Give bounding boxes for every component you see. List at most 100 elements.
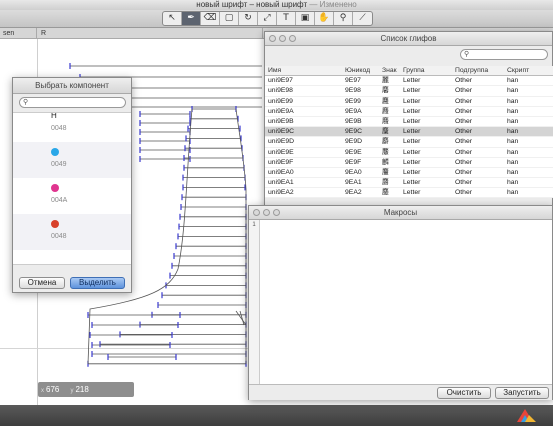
run-button[interactable]: Запустить [495, 387, 549, 399]
component-list[interactable]: H 0048 0049 004A 0048 [13, 112, 131, 265]
component-item[interactable]: 0049 [13, 142, 131, 178]
glyph-row[interactable]: uni9E9F 9E9F 麟 Letter Other han [265, 157, 553, 168]
glyph-row[interactable]: uni9E9E 9E9E 麞 Letter Other han [265, 147, 553, 158]
window-titlebar: новый шрифт – новый шрифт — Изменено [0, 0, 553, 10]
glyph-cell-script: han [507, 77, 519, 85]
dock-bar [0, 405, 553, 426]
macro-editor[interactable]: 1 [249, 220, 552, 384]
glyph-cell-script: han [507, 87, 519, 95]
component-swatch-icon [51, 148, 59, 156]
zoom-window-icon[interactable] [273, 209, 280, 216]
glyph-cell-name: uni9E9A [268, 107, 294, 115]
glyph-row[interactable]: uni9E97 9E97 麗 Letter Other han [265, 76, 553, 87]
component-item[interactable]: 004A [13, 178, 131, 214]
glyph-cell-subgroup: Other [455, 97, 472, 105]
glyph-row[interactable]: uni9E9D 9E9D 麝 Letter Other han [265, 137, 553, 148]
column-header-subgroup[interactable]: Подгруппа [452, 66, 504, 75]
glyph-cell-sign: 麘 [382, 87, 389, 95]
glyph-search-input[interactable]: ⚲ [460, 49, 548, 60]
glyph-row[interactable]: uni9EA0 9EA0 麠 Letter Other han [265, 167, 553, 179]
glyph-cell-name: uni9EA2 [268, 189, 294, 197]
glyph-cell-unicode: 9E9F [345, 158, 362, 166]
glyph-cell-sign: 麛 [382, 117, 389, 125]
tool-group: ↖ ✒ ⌫ ▢ ↻ ⤢ T ▣ ✋ ⚲ ⟋ [162, 11, 373, 26]
glyph-cell-group: Letter [403, 107, 421, 115]
cancel-button[interactable]: Отмена [19, 277, 65, 289]
app-logo-icon [517, 409, 536, 422]
minimize-icon[interactable] [263, 209, 270, 216]
component-code: 0048 [51, 233, 67, 240]
toolbar: ↖ ✒ ⌫ ▢ ↻ ⤢ T ▣ ✋ ⚲ ⟋ [0, 10, 553, 28]
glyph-cell-script: han [507, 107, 519, 115]
component-code: 0048 [51, 125, 67, 132]
glyph-row[interactable]: uni9E9C 9E9C 麜 Letter Other han [265, 127, 553, 138]
glyph-cell-sign: 麜 [382, 128, 389, 136]
glyph-list-title: Список глифов [380, 34, 437, 43]
hand-icon[interactable]: ✋ [315, 12, 334, 25]
glyph-row[interactable]: uni9EA1 9EA1 麡 Letter Other han [265, 178, 553, 189]
ruler-icon[interactable]: ⟋ [353, 12, 372, 25]
column-header-group[interactable]: Группа [400, 66, 452, 75]
pen-icon[interactable]: ✒ [182, 12, 201, 25]
minimize-icon[interactable] [279, 35, 286, 42]
glyph-row[interactable]: uni9EA2 9EA2 麢 Letter Other han [265, 188, 553, 199]
column-header-name[interactable]: Имя [265, 66, 342, 75]
macro-titlebar: Макросы [249, 206, 552, 220]
glyph-row[interactable]: uni9E9B 9E9B 麛 Letter Other han [265, 116, 553, 128]
tab-r[interactable]: R [38, 28, 263, 39]
tab-sen[interactable]: sen [0, 28, 37, 39]
zoom-window-icon[interactable] [289, 35, 296, 42]
glyph-cell-script: han [507, 168, 519, 176]
zoom-icon[interactable]: ⚲ [334, 12, 353, 25]
component-search-input[interactable]: ⚲ [19, 97, 126, 108]
glyph-cell-group: Letter [403, 148, 421, 156]
component-item[interactable]: H 0048 [13, 113, 131, 142]
scale-icon[interactable]: ⤢ [258, 12, 277, 25]
column-header-sign[interactable]: Знак [379, 66, 400, 75]
glyph-cell-name: uni9E98 [268, 87, 293, 95]
text-icon[interactable]: T [277, 12, 296, 25]
rotate-icon[interactable]: ↻ [239, 12, 258, 25]
glyph-cell-group: Letter [403, 77, 421, 85]
rectangle-icon[interactable]: ▢ [220, 12, 239, 25]
close-icon[interactable] [253, 209, 260, 216]
component-code: 0049 [51, 161, 67, 168]
glyph-cell-subgroup: Other [455, 128, 472, 136]
glyph-cell-script: han [507, 117, 519, 125]
glyph-row[interactable]: uni9E98 9E98 麘 Letter Other han [265, 86, 553, 97]
glyph-cell-sign: 麚 [382, 107, 389, 115]
glyph-cell-group: Letter [403, 138, 421, 146]
glyph-cell-group: Letter [403, 87, 421, 95]
clear-button[interactable]: Очистить [437, 387, 491, 399]
image-icon[interactable]: ▣ [296, 12, 315, 25]
glyph-cell-script: han [507, 138, 519, 146]
glyph-cell-unicode: 9E9A [345, 107, 362, 115]
glyph-row[interactable]: uni9E9A 9E9A 麚 Letter Other han [265, 106, 553, 117]
glyph-cell-sign: 麞 [382, 148, 389, 156]
glyph-cell-name: uni9E9D [268, 138, 295, 146]
glyph-cell-script: han [507, 148, 519, 156]
eraser-icon[interactable]: ⌫ [201, 12, 220, 25]
glyph-cell-unicode: 9E9C [345, 128, 363, 136]
column-header-script[interactable]: Скрипт [504, 66, 553, 75]
select-button[interactable]: Выделить [70, 277, 125, 289]
glyph-cell-group: Letter [403, 97, 421, 105]
glyph-cell-subgroup: Other [455, 138, 472, 146]
glyph-cell-subgroup: Other [455, 117, 472, 125]
glyph-cell-subgroup: Other [455, 189, 472, 197]
column-header-unicode[interactable]: Юникод [342, 66, 379, 75]
pointer-icon[interactable]: ↖ [163, 12, 182, 25]
component-code: 004A [51, 197, 68, 204]
line-gutter: 1 [249, 220, 260, 384]
glyph-cell-unicode: 9E97 [345, 77, 361, 85]
glyph-cell-group: Letter [403, 117, 421, 125]
glyph-cell-unicode: 9E9E [345, 148, 362, 156]
glyph-cell-unicode: 9E98 [345, 87, 361, 95]
close-icon[interactable] [269, 35, 276, 42]
component-item[interactable]: 0048 [13, 214, 131, 250]
component-picker-title: Выбрать компонент [35, 81, 109, 90]
glyph-cell-group: Letter [403, 168, 421, 176]
glyph-cell-unicode: 9E9D [345, 138, 363, 146]
line-number: 1 [252, 222, 256, 228]
glyph-row[interactable]: uni9E99 9E99 麙 Letter Other han [265, 96, 553, 107]
